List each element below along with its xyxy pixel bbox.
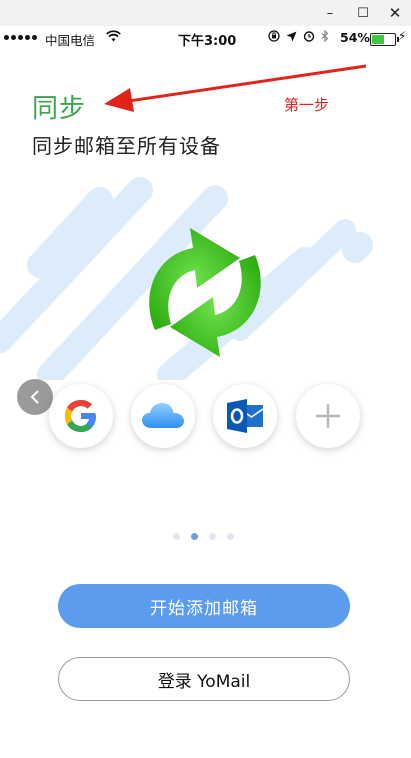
chevron-left-icon (30, 390, 39, 404)
sync-arrows-icon (149, 228, 261, 357)
add-provider-button[interactable] (296, 384, 360, 448)
location-arrow-icon (286, 30, 297, 45)
page-title: 同步 (32, 94, 87, 124)
outlook-icon (227, 399, 264, 433)
charging-bolt-icon: ⚡ (398, 29, 407, 43)
carousel-prev-button[interactable] (17, 379, 53, 415)
provider-icloud-button[interactable] (131, 384, 195, 448)
alarm-icon (303, 30, 315, 45)
status-time: 下午3:00 (178, 34, 237, 49)
battery-icon (370, 33, 399, 46)
page-subtitle: 同步邮箱至所有设备 (32, 134, 221, 158)
close-button[interactable]: ✕ (377, 0, 411, 26)
carrier-name: 中国电信 (45, 33, 96, 48)
wifi-icon (106, 30, 121, 45)
annotation-arrow-icon (104, 64, 367, 112)
battery-percent: 54% (340, 30, 370, 45)
login-yomail-button[interactable]: 登录 YoMail (58, 657, 350, 701)
plus-icon (316, 404, 340, 428)
provider-outlook-button[interactable] (213, 384, 277, 448)
icloud-icon (142, 403, 184, 428)
start-add-mailbox-button[interactable]: 开始添加邮箱 (58, 584, 350, 628)
bluetooth-icon (321, 29, 329, 45)
page-dot[interactable] (209, 533, 216, 540)
page-dot[interactable] (173, 533, 180, 540)
cell-signal-icon (4, 35, 37, 40)
minimize-button[interactable]: – (312, 0, 348, 26)
google-logo-icon (65, 400, 96, 432)
orientation-lock-icon (268, 30, 280, 45)
window-title-bar: – ☐ ✕ (0, 0, 411, 27)
phone-status-bar: 中国电信 下午3:00 54% ⚡ (0, 26, 411, 50)
page-dot[interactable] (227, 533, 234, 540)
annotation-label: 第一步 (284, 96, 330, 114)
page-indicator (173, 533, 234, 540)
maximize-button[interactable]: ☐ (345, 0, 381, 26)
provider-google-button[interactable] (49, 384, 113, 448)
page-dot[interactable] (191, 533, 198, 540)
